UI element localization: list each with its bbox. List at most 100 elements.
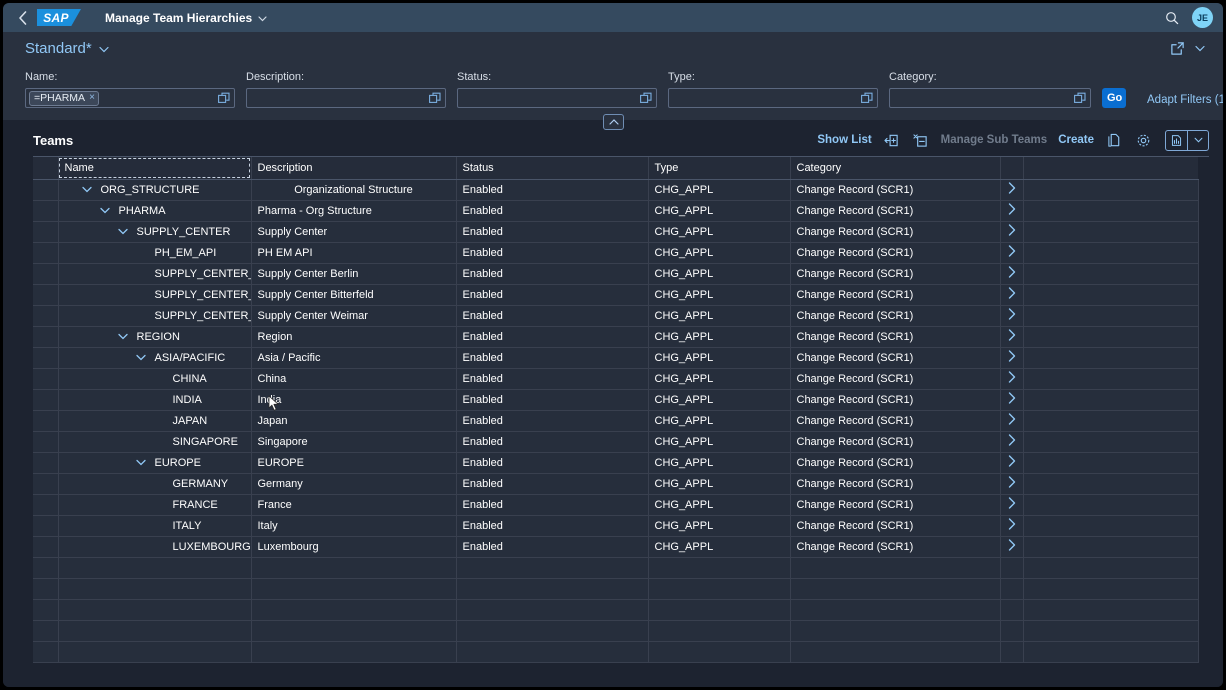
row-navigation-button[interactable] [1000,200,1024,222]
category-input[interactable] [889,88,1091,108]
table-row[interactable]: FRANCE France Enabled CHG_APPL Change Record… [33,494,1199,516]
table-row[interactable]: SUPPLY_CENTER_BITTERFELDSupply Center Bi… [33,284,1199,306]
tree-expand-toggle[interactable] [115,329,131,345]
collapse-filterbar-button[interactable] [603,114,624,130]
teams-table-scroll[interactable]: Name Description Status Type Category OR… [33,156,1209,687]
row-navigation-button[interactable] [1000,515,1024,537]
table-row[interactable]: SINGAPORE Singapore Enabled CHG_APPL Change … [33,431,1199,453]
cell-type: CHG_APPL [648,326,791,348]
type-input[interactable] [668,88,878,108]
cell-status: Enabled [456,536,649,558]
column-header-description[interactable]: Description [251,157,457,180]
sap-logo[interactable]: SAP [37,9,81,26]
collapse-node-icon[interactable] [912,131,930,149]
row-navigation-button[interactable] [1000,347,1024,369]
value-help-icon[interactable] [859,90,875,106]
cell-trailing [1023,368,1199,390]
tree-expand-toggle[interactable] [133,350,149,366]
table-row[interactable]: INDIA India Enabled CHG_APPL Change Record (… [33,389,1199,411]
value-help-icon[interactable] [427,90,443,106]
cell-status: Enabled [456,179,649,201]
share-icon[interactable] [1168,40,1186,58]
cell-category: Change Record (SCR1) [790,410,1001,432]
add-sub-team-icon[interactable] [883,131,901,149]
row-navigation-button[interactable] [1000,410,1024,432]
value-help-icon[interactable] [216,90,232,106]
app-title[interactable]: Manage Team Hierarchies [105,11,267,25]
tree-expand-placeholder [133,308,149,324]
table-empty-row [33,641,1199,663]
search-icon[interactable] [1162,8,1182,28]
row-navigation-button[interactable] [1000,326,1024,348]
table-row[interactable]: ORG_STRUCTURE Organizational Structure Ena… [33,179,1199,201]
adapt-filters-link[interactable]: Adapt Filters (1) [1147,94,1223,106]
cell-status [456,620,649,642]
row-name-text: SUPPLY_CENTER_BERLIN [154,267,251,280]
gear-icon[interactable] [1134,131,1152,149]
table-row[interactable]: EUROPE EUROPE Enabled CHG_APPL Change Record… [33,452,1199,474]
column-header-status[interactable]: Status [456,157,649,180]
cell-name [58,599,252,621]
status-input[interactable] [457,88,657,108]
table-row[interactable]: REGION Region Enabled CHG_APPL Change Record… [33,326,1199,348]
value-help-icon[interactable] [638,90,654,106]
table-row[interactable]: GERMANY Germany Enabled CHG_APPL Change Reco… [33,473,1199,495]
row-navigation-button[interactable] [1000,473,1024,495]
table-row[interactable]: JAPAN Japan Enabled CHG_APPL Change Record (… [33,410,1199,432]
tree-expand-toggle[interactable] [133,455,149,471]
cell-category: Change Record (SCR1) [790,221,1001,243]
row-name-text: PHARMA [118,204,166,217]
tree-expand-toggle[interactable] [97,203,113,219]
column-header-name[interactable]: Name [58,157,252,180]
cell-category [790,641,1001,663]
variant-selector[interactable]: Standard* [25,40,109,57]
value-help-icon[interactable] [1072,90,1088,106]
table-row[interactable]: PH_EM_API PH EM API Enabled CHG_APPL Change … [33,242,1199,264]
cell-status: Enabled [456,389,649,411]
table-row[interactable]: ASIA/PACIFIC Asia / Pacific Enabled CHG_APP… [33,347,1199,369]
table-view-icon[interactable] [1166,130,1188,150]
row-navigation-button[interactable] [1000,368,1024,390]
description-input[interactable] [246,88,446,108]
row-navigation-button[interactable] [1000,494,1024,516]
cell-name [58,620,252,642]
filter-token-pharma[interactable]: =PHARMA × [29,90,99,106]
table-row[interactable]: LUXEMBOURG Luxembourg Enabled CHG_APPL Chang… [33,536,1199,558]
row-navigation-button[interactable] [1000,284,1024,306]
tree-expand-toggle[interactable] [115,224,131,240]
sap-logo-text: SAP [43,10,69,25]
create-button[interactable]: Create [1058,134,1094,146]
row-navigation-button[interactable] [1000,536,1024,558]
cell-category: Change Record (SCR1) [790,473,1001,495]
copy-icon[interactable] [1105,131,1123,149]
row-navigation-button[interactable] [1000,431,1024,453]
avatar[interactable]: JE [1192,7,1213,28]
table-row[interactable]: ITALY Italy Enabled CHG_APPL Change Record (… [33,515,1199,537]
show-list-button[interactable]: Show List [817,134,871,146]
row-navigation-button[interactable] [1000,242,1024,264]
row-navigation-button[interactable] [1000,179,1024,201]
gutter-header [33,157,59,180]
go-button[interactable]: Go [1102,88,1126,108]
row-navigation-button[interactable] [1000,452,1024,474]
close-icon[interactable]: × [89,92,95,103]
table-row[interactable]: SUPPLY_CENTER_WEIMARSupply Center Weimar… [33,305,1199,327]
cell-description: Supply Center Weimar [251,305,457,327]
table-row[interactable]: SUPPLY_CENTER Supply Center Enabled CHG_APP… [33,221,1199,243]
table-row[interactable]: SUPPLY_CENTER_BERLINSupply Center Berlin… [33,263,1199,285]
row-navigation-button[interactable] [1000,389,1024,411]
back-icon[interactable] [9,7,35,29]
row-navigation-button[interactable] [1000,221,1024,243]
name-input[interactable]: =PHARMA × [25,88,235,108]
manage-sub-teams-button[interactable]: Manage Sub Teams [941,134,1048,146]
row-navigation-button[interactable] [1000,305,1024,327]
tree-expand-toggle[interactable] [79,182,95,198]
column-header-category[interactable]: Category [790,157,1001,180]
chevron-down-icon[interactable] [1191,40,1209,58]
chevron-down-icon[interactable] [1188,131,1208,150]
row-navigation-button[interactable] [1000,263,1024,285]
table-row[interactable]: CHINA China Enabled CHG_APPL Change Record (… [33,368,1199,390]
table-row[interactable]: PHARMA Pharma - Org Structure Enabled CHG_A… [33,200,1199,222]
row-gutter [33,473,59,495]
column-header-type[interactable]: Type [648,157,791,180]
